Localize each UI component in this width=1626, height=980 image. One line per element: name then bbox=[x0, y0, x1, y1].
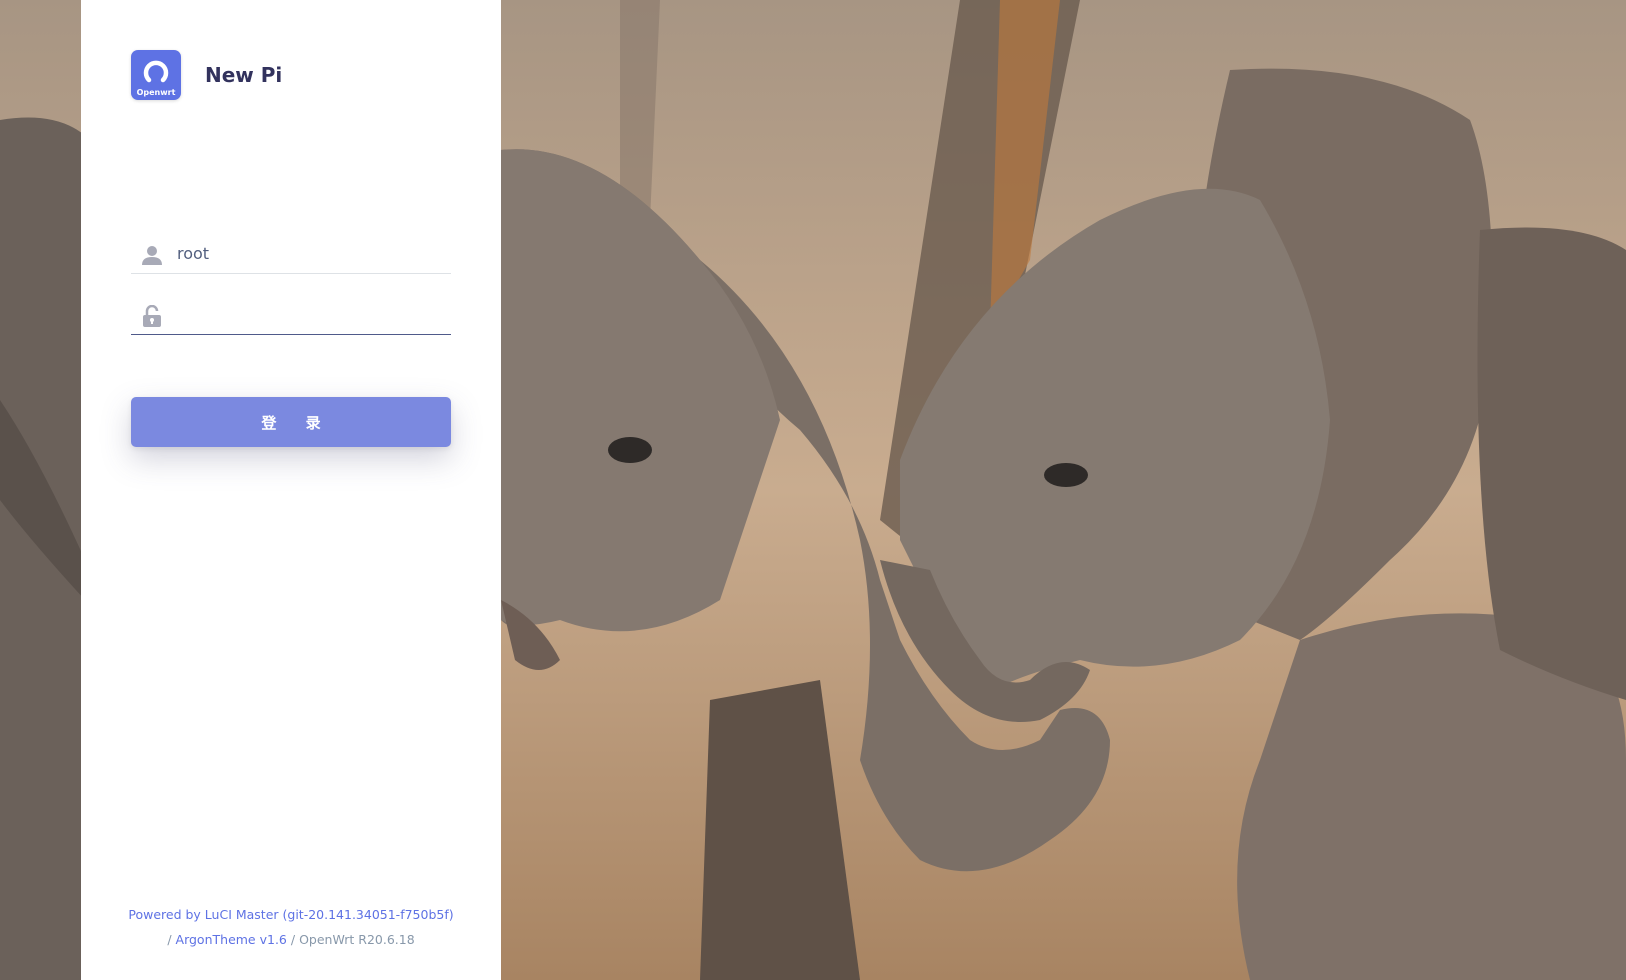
username-field bbox=[131, 234, 451, 274]
username-underline bbox=[131, 273, 451, 274]
footer-line-1: Powered by LuCI Master (git-20.141.34051… bbox=[81, 902, 501, 927]
site-name: New Pi bbox=[205, 63, 283, 87]
footer: Powered by LuCI Master (git-20.141.34051… bbox=[81, 902, 501, 952]
firmware-version: OpenWrt R20.6.18 bbox=[299, 932, 415, 947]
password-input[interactable] bbox=[177, 295, 447, 333]
password-field bbox=[131, 295, 451, 335]
login-page: Openwrt New Pi 登 录 Power bbox=[0, 0, 1626, 980]
brand-header: Openwrt New Pi bbox=[131, 50, 282, 100]
openwrt-logo: Openwrt bbox=[131, 50, 181, 100]
logo-text: Openwrt bbox=[136, 88, 176, 97]
luci-link[interactable]: Powered by LuCI Master (git-20.141.34051… bbox=[128, 907, 453, 922]
footer-separator: / bbox=[290, 932, 296, 947]
password-underline bbox=[131, 333, 451, 335]
login-button[interactable]: 登 录 bbox=[131, 397, 451, 447]
username-input[interactable] bbox=[177, 234, 447, 272]
argon-theme-link[interactable]: ArgonTheme v1.6 bbox=[176, 932, 287, 947]
footer-line-2: / ArgonTheme v1.6 / OpenWrt R20.6.18 bbox=[81, 927, 501, 952]
login-panel: Openwrt New Pi 登 录 Power bbox=[81, 0, 501, 980]
footer-separator: / bbox=[167, 932, 172, 947]
user-icon bbox=[142, 246, 162, 265]
unlock-icon bbox=[143, 305, 161, 327]
openwrt-logo-icon bbox=[143, 60, 169, 83]
